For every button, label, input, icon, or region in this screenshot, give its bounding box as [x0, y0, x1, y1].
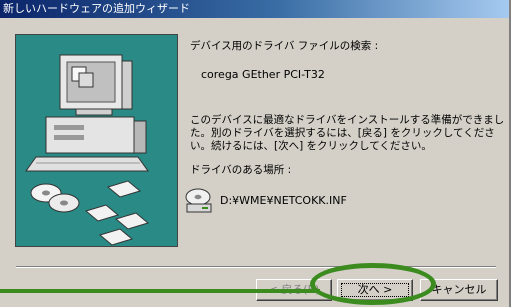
floppy-disk-icon [84, 180, 150, 246]
driver-location-label: ドライバのある場所 : [190, 164, 292, 176]
cd-drive-icon [185, 188, 212, 213]
driver-file-row: D:¥WME¥NETCOKK.INF [184, 186, 384, 214]
wizard-illustration [15, 34, 178, 247]
cancel-button[interactable]: キャンセル [420, 279, 498, 301]
title-bar: 新しいハードウェアの追加ウィザード [0, 0, 509, 18]
window-title: 新しいハードウェアの追加ウィザード [3, 2, 190, 15]
device-name: corega GEther PCI-T32 [201, 68, 325, 81]
button-separator [16, 266, 496, 268]
instruction-text: このデバイスに最適なドライバをインストールする準備ができました。別のドライバを選… [190, 114, 505, 152]
computer-illustration [25, 54, 150, 246]
driver-file-path: D:¥WME¥NETCOKK.INF [220, 194, 347, 207]
back-button[interactable]: < 戻る(B) [256, 279, 332, 301]
cd-disc-icon [30, 183, 80, 213]
section-heading: デバイス用のドライバ ファイルの検索 : [190, 40, 379, 52]
next-button[interactable]: 次へ > [337, 279, 413, 301]
wizard-window: 新しいハードウェアの追加ウィザード デバイス用のドライバ ファイルの検索: c… [0, 0, 511, 307]
